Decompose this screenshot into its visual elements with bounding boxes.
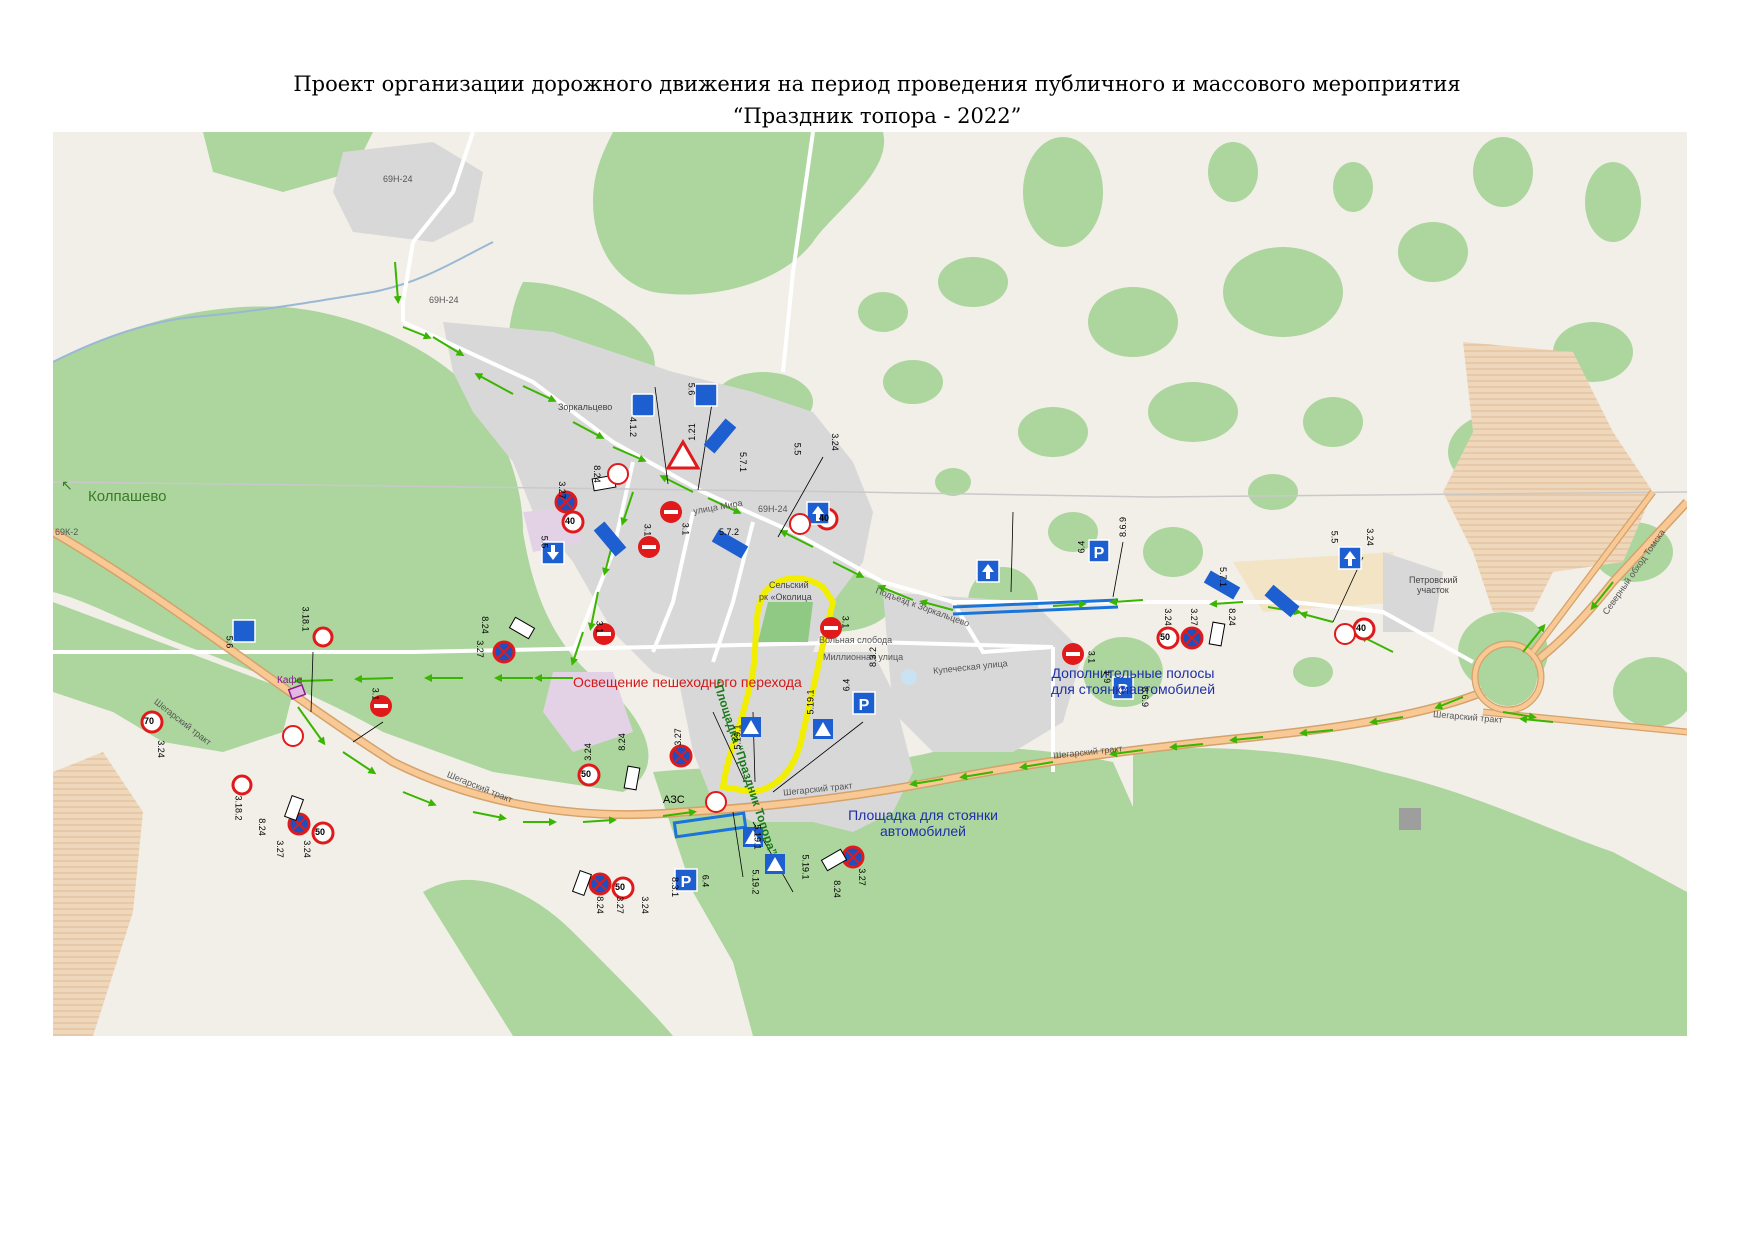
speed-40-c: 40	[1356, 623, 1367, 633]
sign-code-3-24-f: 3.24	[1162, 608, 1173, 626]
sign-code-5-5-b: 5.5	[539, 535, 550, 549]
sign-code-3-18-1: 3.18.1	[300, 606, 311, 632]
sign-code-5-7-1-a: 5.7.1	[738, 451, 749, 473]
map-title-line-2: “Праздник топора - 2022”	[732, 104, 1022, 128]
sign-code-8-3-2: 8.3.2	[868, 646, 879, 668]
parking-area-label: Площадка для стоянки автомобилей	[843, 807, 1003, 839]
sign-code-3-27-a: 3.27	[556, 481, 567, 499]
sign-code-8-24-f: 8.24	[594, 896, 605, 914]
sign-code-8-24-d: 8.24	[616, 733, 627, 751]
sign-code-4-1-2: 4.1.2	[628, 416, 639, 438]
sign-code-3-24-g: 3.24	[639, 896, 650, 914]
extra-lanes-line-1-text: Дополнительные полосы	[1051, 665, 1215, 681]
sign-code-5-19-1-b: 5.19.1	[805, 689, 816, 715]
petrov-label: Петровский	[1409, 575, 1458, 585]
park-label-1: Сельский	[769, 580, 809, 590]
speed-50-d: 50	[615, 882, 626, 892]
sign-code-6-4-c: 6.4	[1102, 670, 1113, 684]
extra-lanes-label: Дополнительные полосы для стоянкиавтомоб…	[1038, 665, 1228, 697]
speed-40-b: 40	[819, 513, 830, 523]
svg-text:P: P	[1094, 545, 1105, 562]
sign-code-3-27-d: 3.27	[672, 728, 683, 746]
sign-code-8-24-a: 8.24	[591, 465, 602, 483]
sign-code-3-24-c: 3.24	[155, 740, 166, 758]
sign-code-8-24-e: 8.24	[1226, 608, 1237, 626]
speed-50-c: 50	[315, 827, 326, 837]
sign-code-5-5-c: 5.5	[1329, 530, 1340, 544]
sign-code-3-1-c: 3.1	[594, 620, 605, 634]
sign-code-3-24-a: 3.24	[829, 433, 840, 451]
speed-70: 70	[144, 716, 155, 726]
road-miliannaya: Миллионная улица	[823, 652, 904, 662]
sign-code-8-24-b: 8.24	[479, 616, 490, 634]
sign-code-3-27-b: 3.27	[474, 640, 485, 658]
extra-lanes-line-2-text: для стоянкиавтомобилей	[1050, 681, 1216, 697]
sign-code-8-3-1: 8.3.1	[670, 876, 681, 898]
svg-text:P: P	[859, 697, 870, 714]
sign-code-1-21: 1.21	[686, 423, 697, 441]
sign-code-3-1-b: 3.1	[680, 522, 691, 536]
road-69n24-a: 69Н-24	[383, 174, 413, 184]
sign-code-3-27-c: 3.27	[274, 840, 285, 858]
sign-code-3-18-2: 3.18.2	[233, 795, 244, 821]
gas-station-label: АЗС	[663, 794, 685, 806]
sign-code-3-1-f: 3.1	[1086, 650, 1097, 664]
sign-code-5-7-1-b: 5.7.1	[1218, 566, 1229, 588]
building-b	[1399, 808, 1421, 830]
speed-50-a: 50	[1160, 632, 1171, 642]
pond	[901, 669, 917, 685]
road-69k2: 69К-2	[55, 527, 79, 537]
direction-arrow-icon: ↖	[61, 477, 73, 493]
sign-code-8-24-c: 8.24	[256, 818, 267, 836]
sign-code-6-4-a: 6.4	[1076, 540, 1087, 554]
sign-code-8-24-g: 8.24	[831, 880, 842, 898]
park-label-2: рк «Околица	[759, 592, 812, 602]
speed-50-b: 50	[581, 769, 592, 779]
sign-code-3-1-d: 3.1	[370, 687, 381, 701]
sign-code-8-6-9-b: 8.6.9	[1140, 686, 1151, 708]
sign-code-3-1-e: 3.1	[840, 615, 851, 629]
svg-text:P: P	[681, 874, 692, 891]
sign-code-8-6-9-a: 8.6.9	[1118, 516, 1129, 538]
sign-code-3-27-f: 3.27	[614, 896, 625, 914]
sign-code-6-4-b: 6.4	[841, 678, 852, 692]
sign-code-5-19-1-a: 5.19.1	[732, 724, 743, 750]
traffic-management-map[interactable]: P P P P Колпашево ↖ Освещение пешеходног…	[53, 132, 1687, 1036]
direction-label: Колпашево	[88, 488, 167, 505]
road-volnaya: Вольная слобода	[819, 635, 893, 645]
sign-code-3-24-e: 3.24	[582, 743, 593, 761]
road-69n24-b: 69Н-24	[429, 295, 459, 305]
sign-code-3-1-a: 3.1	[642, 523, 653, 537]
parking-area-line-2: автомобилей	[880, 823, 966, 839]
sign-code-5-7-2: 5.7.2	[719, 527, 740, 537]
sign-code-3-24-d: 3.24	[301, 840, 312, 858]
sign-code-3-27-g: 3.27	[856, 868, 867, 886]
sign-code-3-24-b: 3.24	[1364, 528, 1375, 546]
lighting-text: Освещение пешеходного перехода	[573, 674, 802, 690]
parking-area-line-1: Площадка для стоянки	[848, 807, 998, 823]
village-label: Зоркальцево	[558, 402, 613, 412]
sign-code-3-27-e: 3.27	[1188, 608, 1199, 626]
sign-code-5-19-2: 5.19.2	[750, 869, 761, 895]
map-title-line-1: Проект организации дорожного движения на…	[293, 72, 1461, 96]
cafe-label: Кафе	[277, 675, 303, 686]
speed-40-a: 40	[565, 516, 576, 526]
sign-code-5-6-a: 5.6	[686, 382, 697, 396]
road-69n24-c: 69Н-24	[758, 504, 788, 514]
sign-code-6-4-d: 6.4	[700, 874, 711, 888]
sign-code-5-6-b: 5.6	[224, 635, 235, 649]
petrov-label-2: участок	[1417, 585, 1449, 595]
sign-code-5-19-1-c: 5.19.1	[752, 824, 763, 850]
sign-code-5-5-a: 5.5	[792, 442, 803, 456]
sign-code-5-19-1-d: 5.19.1	[800, 854, 811, 880]
